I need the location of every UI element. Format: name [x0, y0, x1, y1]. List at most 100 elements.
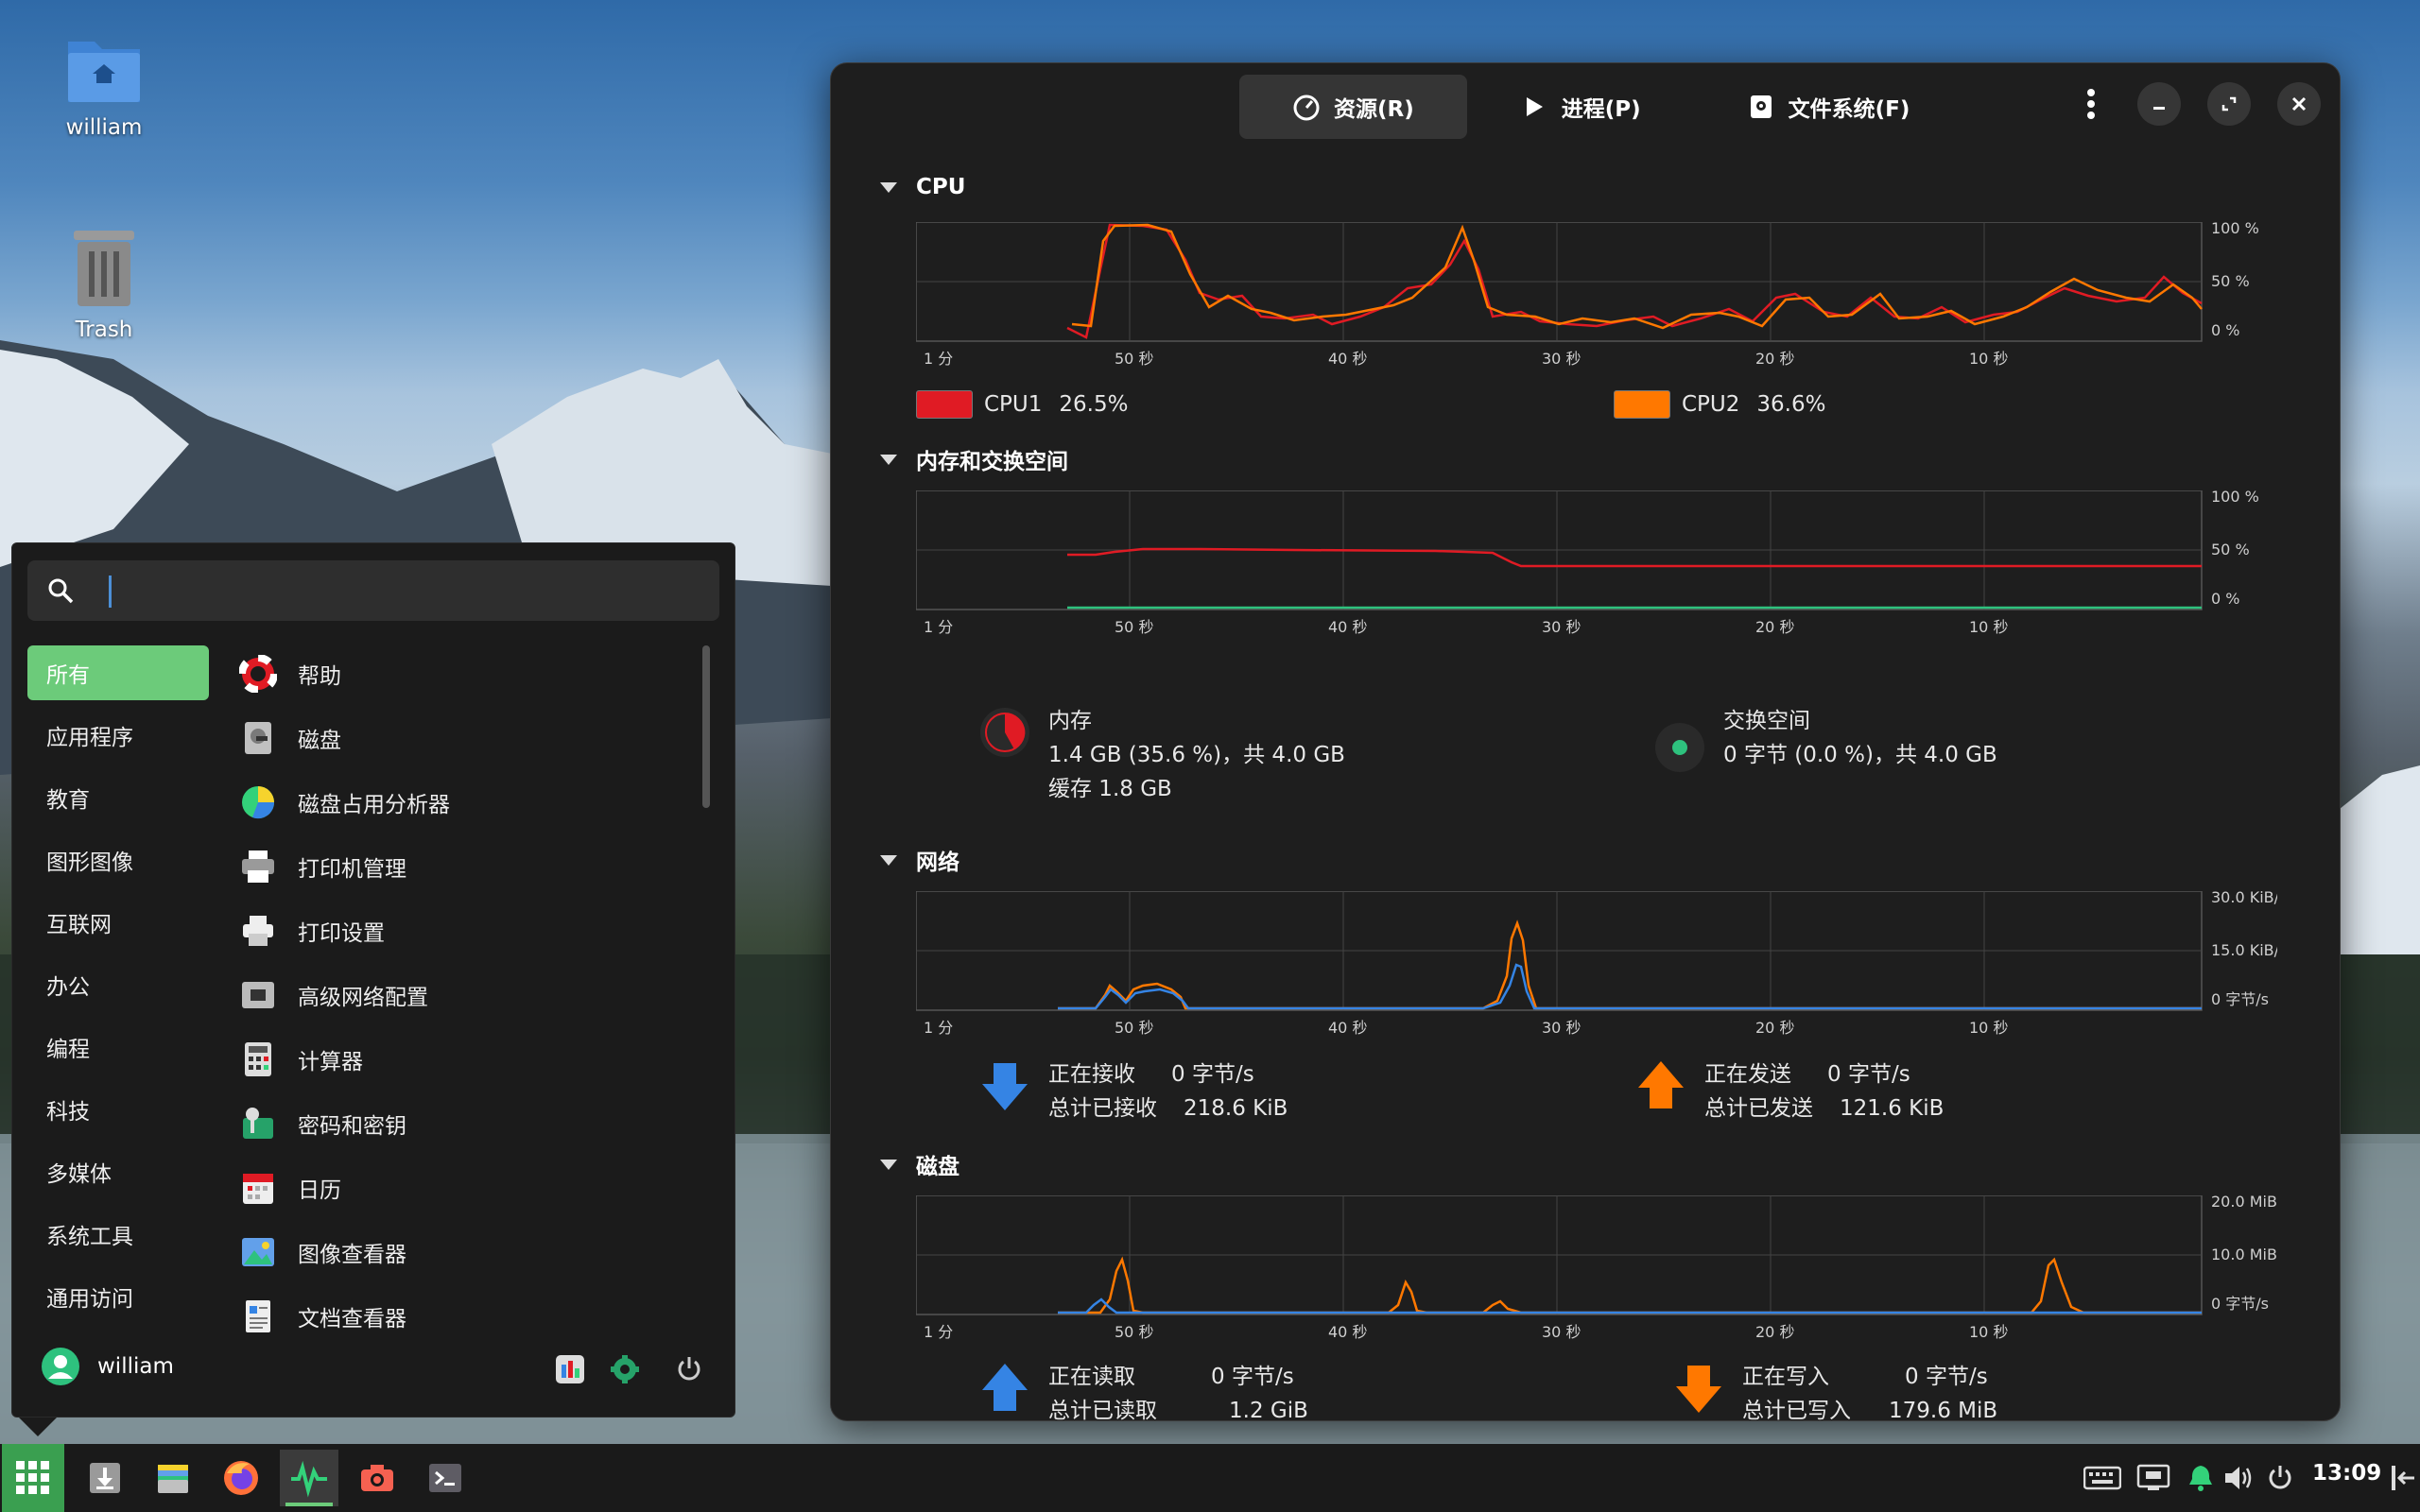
category-internet[interactable]: 互联网 — [27, 895, 209, 950]
x-tick: 1 分 — [924, 1019, 953, 1037]
receive-color-button[interactable] — [978, 1059, 1031, 1116]
cpu-graph: 100 % 50 % 0 % 1 分 50 秒 40 秒 30 秒 20 秒 1… — [916, 222, 2259, 373]
send-rate: 0 字节/s — [1827, 1062, 1910, 1087]
app-disks[interactable]: 磁盘 — [230, 706, 693, 770]
app-calculator[interactable]: 计算器 — [230, 1027, 693, 1091]
color-swatch[interactable] — [1614, 390, 1670, 419]
maximize-icon — [2221, 96, 2237, 112]
legend-value: 36.6% — [1756, 392, 1826, 417]
x-tick: 40 秒 — [1328, 618, 1367, 636]
category-system-tools[interactable]: 系统工具 — [27, 1207, 209, 1262]
category-applications[interactable]: 应用程序 — [27, 708, 209, 763]
send-color-button[interactable] — [1634, 1059, 1687, 1116]
category-multimedia[interactable]: 多媒体 — [27, 1144, 209, 1199]
tab-filesystems[interactable]: 文件系统(F) — [1694, 75, 1963, 139]
app-passwords-keys[interactable]: 密码和密钥 — [230, 1091, 693, 1156]
volume-icon — [2225, 1467, 2252, 1489]
app-label: 磁盘 — [298, 729, 341, 753]
read-rate: 0 字节/s — [1211, 1365, 1294, 1389]
app-advanced-network[interactable]: 高级网络配置 — [230, 963, 693, 1027]
category-accessibility[interactable]: 通用访问 — [27, 1269, 209, 1324]
taskbar-files[interactable] — [144, 1450, 202, 1506]
taskbar-downloads[interactable] — [76, 1450, 134, 1506]
bell-icon — [2189, 1466, 2212, 1491]
user-button[interactable]: william — [41, 1347, 174, 1386]
network-indicator[interactable] — [2133, 1461, 2174, 1495]
main-menu-button[interactable] — [2069, 82, 2113, 126]
y-tick: 100 % — [2211, 490, 2259, 506]
calendar-icon — [239, 1169, 277, 1207]
category-education[interactable]: 教育 — [27, 770, 209, 825]
app-grid-icon — [16, 1461, 49, 1494]
x-tick: 40 秒 — [1328, 1323, 1367, 1341]
send-label: 正在发送 — [1704, 1062, 1791, 1087]
x-tick: 50 秒 — [1115, 1019, 1153, 1037]
expander-icon — [880, 1159, 897, 1170]
read-label: 正在读取 — [1048, 1365, 1135, 1389]
notification-indicator[interactable] — [2184, 1461, 2218, 1495]
app-grid-button[interactable] — [2, 1444, 64, 1512]
color-swatch[interactable] — [916, 390, 973, 419]
keyboard-icon — [2083, 1466, 2121, 1490]
desktop-home-folder[interactable]: william — [9, 32, 199, 140]
y-tick: 100 % — [2211, 222, 2259, 237]
show-desktop-button[interactable] — [2386, 1461, 2420, 1495]
settings-button[interactable] — [551, 1350, 589, 1388]
y-tick: 0 字节/s — [2211, 990, 2269, 1008]
legend-cpu2[interactable]: CPU2 36.6% — [1614, 390, 1825, 419]
section-cpu-header[interactable]: CPU — [880, 175, 965, 199]
app-label: 文档查看器 — [298, 1307, 406, 1332]
power-button[interactable] — [670, 1350, 708, 1388]
app-help[interactable]: 帮助 — [230, 642, 693, 706]
scrollbar[interactable] — [702, 645, 710, 808]
swap-pie[interactable] — [1653, 721, 1706, 778]
network-graph: 30.0 KiB/s 15.0 KiB/s 0 字节/s 1 分 50 秒 40… — [916, 891, 2277, 1042]
section-disk-header[interactable]: 磁盘 — [880, 1148, 959, 1180]
system-settings-button[interactable] — [606, 1350, 644, 1388]
swap-pie-icon — [1655, 723, 1704, 772]
arrow-down-icon — [982, 1063, 1028, 1110]
desktop-icon-label: william — [65, 115, 143, 140]
tab-label: 资源(R) — [1334, 97, 1414, 122]
taskbar-firefox[interactable] — [212, 1450, 270, 1506]
app-image-viewer[interactable]: 图像查看器 — [230, 1220, 693, 1284]
x-tick: 20 秒 — [1755, 1019, 1794, 1037]
volume-indicator[interactable] — [2221, 1461, 2256, 1495]
taskbar-system-monitor[interactable] — [280, 1450, 338, 1506]
app-disk-usage-analyzer[interactable]: 磁盘占用分析器 — [230, 770, 693, 834]
category-list: 所有 应用程序 教育 图形图像 互联网 办公 编程 科技 多媒体 系统工具 通用… — [27, 645, 209, 1332]
category-office[interactable]: 办公 — [27, 957, 209, 1012]
tab-processes[interactable]: 进程(P) — [1467, 75, 1694, 139]
avatar-icon — [42, 1348, 79, 1385]
power-indicator[interactable] — [2263, 1461, 2297, 1495]
gear-icon — [611, 1355, 639, 1383]
download-icon — [90, 1463, 120, 1493]
search-input[interactable] — [27, 560, 719, 621]
close-button[interactable] — [2277, 82, 2321, 126]
category-graphics[interactable]: 图形图像 — [27, 833, 209, 887]
tab-resources[interactable]: 资源(R) — [1239, 75, 1467, 139]
memory-pie[interactable] — [978, 706, 1031, 763]
disk-graph: 20.0 MiB/s 10.0 MiB/s 0 字节/s 1 分 50 秒 40… — [916, 1195, 2277, 1347]
desktop-trash[interactable]: Trash — [9, 227, 199, 342]
section-network-header[interactable]: 网络 — [880, 844, 959, 876]
clock[interactable]: 13:09 — [2312, 1461, 2381, 1486]
category-all[interactable]: 所有 — [27, 645, 209, 700]
taskbar-screenshot[interactable] — [348, 1450, 406, 1506]
legend-cpu1[interactable]: CPU1 26.5% — [916, 390, 1128, 419]
taskbar-terminal[interactable] — [416, 1450, 475, 1506]
app-calendar[interactable]: 日历 — [230, 1156, 693, 1220]
x-tick: 50 秒 — [1115, 618, 1153, 636]
write-color-button[interactable] — [1672, 1362, 1725, 1418]
keyboard-indicator[interactable] — [2082, 1461, 2123, 1495]
x-tick: 1 分 — [924, 1323, 953, 1341]
view-switcher: 资源(R) 进程(P) 文件系统(F) — [1239, 75, 1962, 139]
section-memory-header[interactable]: 内存和交换空间 — [880, 443, 1068, 475]
app-printer-manager[interactable]: 打印机管理 — [230, 834, 693, 899]
maximize-button[interactable] — [2207, 82, 2251, 126]
category-science[interactable]: 科技 — [27, 1082, 209, 1137]
app-print-settings[interactable]: 打印设置 — [230, 899, 693, 963]
minimize-button[interactable] — [2137, 82, 2181, 126]
read-color-button[interactable] — [978, 1362, 1031, 1418]
category-programming[interactable]: 编程 — [27, 1020, 209, 1074]
